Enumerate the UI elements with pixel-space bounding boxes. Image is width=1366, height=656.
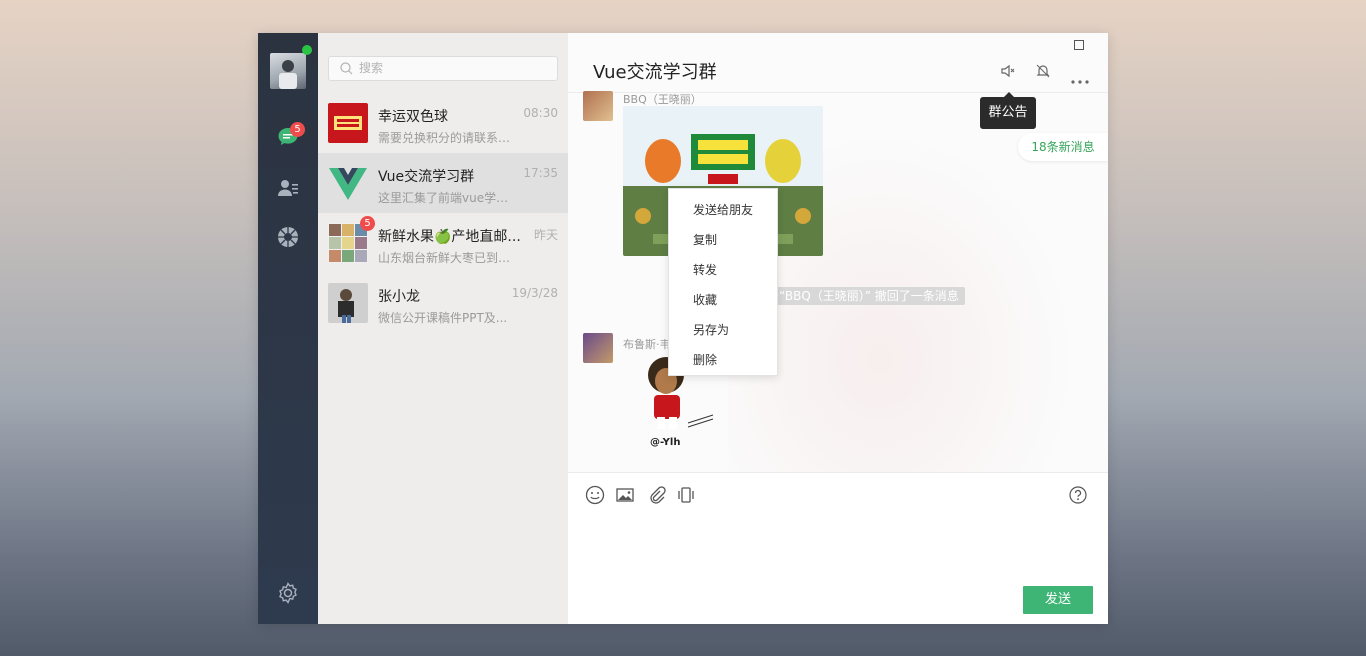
emoji-icon[interactable]	[585, 485, 605, 505]
chat-preview: 这里汇集了前端vue学习...	[378, 191, 518, 205]
menu-delete[interactable]: 删除	[669, 345, 777, 375]
chat-nav-icon[interactable]: 5	[276, 122, 305, 149]
sender-avatar[interactable]	[583, 91, 613, 121]
contacts-nav-icon[interactable]	[276, 176, 300, 200]
chat-title: Vue交流学习群	[593, 62, 717, 83]
new-messages-button[interactable]: 18条新消息	[1018, 133, 1108, 161]
vue-logo-icon	[328, 163, 368, 203]
chat-avatar	[328, 283, 368, 323]
chat-list-item-active[interactable]: Vue交流学习群 17:35 这里汇集了前端vue学习...	[318, 153, 568, 213]
maximize-icon[interactable]	[1074, 40, 1084, 50]
chat-avatar	[328, 103, 368, 143]
menu-forward[interactable]: 转发	[669, 255, 777, 285]
image-icon[interactable]	[615, 485, 635, 505]
chat-preview: 山东烟台新鲜大枣已到，欢...	[378, 251, 518, 265]
online-status-dot	[302, 45, 312, 55]
search-placeholder: 搜索	[359, 61, 384, 75]
sender-avatar[interactable]	[583, 333, 613, 363]
chat-panel: Vue交流学习群 群公告 18条新消息 BBQ（王晓丽） “BBQ（王晓丽）” …	[568, 33, 1108, 624]
chat-list-item[interactable]: 5 新鲜水果🍏产地直邮... 昨天 山东烟台新鲜大枣已到，欢...	[318, 213, 568, 273]
left-nav: 5	[258, 33, 318, 624]
chat-name: 新鲜水果🍏产地直邮...	[378, 229, 521, 245]
chat-time: 19/3/28	[511, 286, 558, 300]
chat-list-panel: 搜索 幸运双色球 08:30 需要兑换积分的请联系Q... Vue交流学习群 1…	[318, 33, 568, 624]
moments-nav-icon[interactable]	[276, 225, 300, 249]
menu-send-to-friend[interactable]: 发送给朋友	[669, 195, 777, 225]
menu-copy[interactable]: 复制	[669, 225, 777, 255]
unread-badge: 5	[360, 216, 375, 231]
vibrate-icon[interactable]	[676, 485, 696, 505]
group-announcement-tooltip: 群公告	[980, 92, 1036, 129]
wechat-window: 5 搜索 幸运双色球 08:30 需要兑换积分的请联系Q... Vue交流学习群…	[258, 33, 1108, 624]
chat-name: 张小龙	[378, 289, 420, 305]
chat-name: 幸运双色球	[378, 109, 448, 125]
chat-unread-badge: 5	[290, 122, 305, 137]
send-button[interactable]: 发送	[1023, 586, 1093, 614]
menu-favorite[interactable]: 收藏	[669, 285, 777, 315]
mute-bell-icon[interactable]	[1035, 63, 1051, 83]
chat-list-item[interactable]: 幸运双色球 08:30 需要兑换积分的请联系Q...	[318, 93, 568, 153]
settings-gear-icon[interactable]	[276, 581, 300, 605]
help-icon[interactable]	[1068, 485, 1088, 505]
chat-preview: 需要兑换积分的请联系Q...	[378, 131, 518, 145]
sender-name: BBQ（王晓丽）	[623, 93, 702, 106]
announcement-speaker-icon[interactable]	[1000, 63, 1016, 83]
search-input[interactable]: 搜索	[328, 56, 558, 81]
chat-time: 08:30	[523, 106, 558, 120]
more-icon[interactable]	[1071, 69, 1089, 88]
chat-list-item[interactable]: 张小龙 19/3/28 微信公开课稿件PPT及...	[318, 273, 568, 333]
chat-time: 17:35	[523, 166, 558, 180]
context-menu: 发送给朋友 复制 转发 收藏 另存为 删除	[668, 188, 778, 376]
chat-name: Vue交流学习群	[378, 169, 475, 185]
sticker-caption: @-Ylh	[650, 437, 681, 448]
my-avatar[interactable]	[270, 53, 306, 89]
search-icon	[340, 62, 353, 75]
attachment-icon[interactable]	[646, 485, 666, 505]
chat-preview: 微信公开课稿件PPT及...	[378, 311, 508, 325]
chat-time: 昨天	[533, 228, 558, 242]
menu-save-as[interactable]: 另存为	[669, 315, 777, 345]
message-input-area[interactable]: 发送	[568, 472, 1108, 624]
recall-notice: “BBQ（王晓丽）” 撤回了一条消息	[773, 287, 965, 305]
